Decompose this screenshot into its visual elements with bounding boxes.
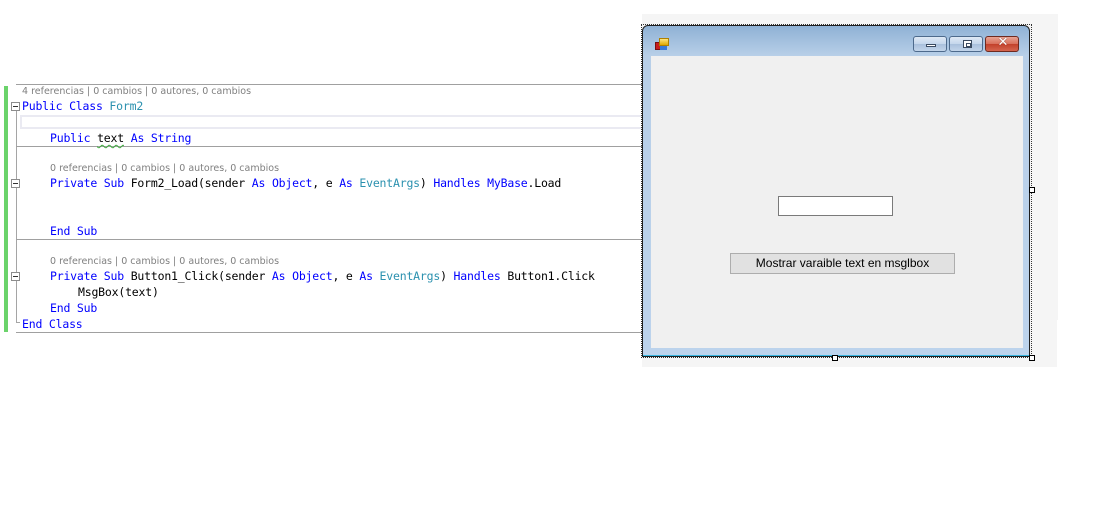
paren: ) — [440, 269, 447, 283]
keyword: End Sub — [50, 301, 98, 315]
keyword: Private Sub — [50, 269, 124, 283]
resize-handle-bottom[interactable] — [832, 355, 838, 361]
field-name-warning[interactable]: text — [97, 131, 124, 145]
class-name: Form2 — [109, 99, 144, 113]
resize-handle-right[interactable] — [1029, 187, 1035, 193]
keyword: As — [251, 176, 266, 190]
keyword: End Class — [22, 317, 83, 331]
outline-end — [16, 322, 20, 323]
code-line-msgbox: MsgBox(text) — [78, 285, 159, 299]
type-keyword: Object — [292, 269, 333, 283]
method-separator — [16, 146, 642, 147]
minimize-button[interactable] — [913, 36, 947, 52]
type-keyword: String — [150, 131, 192, 145]
keyword: Private Sub — [50, 176, 124, 190]
form-icon — [655, 38, 669, 51]
maximize-button[interactable] — [949, 36, 983, 52]
keyword: As — [271, 269, 286, 283]
code-line-end-sub: End Sub — [50, 301, 97, 315]
form-window[interactable]: ✕ Mostrar varaible text en msglbox — [642, 25, 1030, 357]
code-line-class-declaration: Public Class Form2 — [22, 99, 143, 113]
change-indicator-bar — [4, 86, 8, 332]
event-name: .Load — [527, 176, 562, 190]
keyword: Handles — [433, 176, 481, 190]
keyword: As — [359, 269, 373, 283]
type-keyword: Object — [271, 176, 313, 190]
code-editor[interactable]: 4 referencias | 0 cambios | 0 autores, 0… — [0, 84, 642, 334]
keyword: Public — [50, 131, 91, 145]
textbox1[interactable] — [778, 196, 893, 216]
keyword: MyBase — [487, 176, 528, 190]
code-line-end-class: End Class — [22, 317, 83, 331]
param: , e — [332, 269, 353, 283]
type-name: EventArgs — [359, 176, 420, 190]
paren: ) — [419, 176, 427, 190]
codelens-class[interactable]: 4 referencias | 0 cambios | 0 autores, 0… — [22, 86, 251, 97]
method-separator — [16, 84, 642, 85]
method-name: Button1_Click(sender — [130, 269, 266, 283]
type-name: EventArgs — [379, 269, 441, 283]
code-line-button-click: Private Sub Button1_Click(sender As Obje… — [50, 269, 595, 283]
outline-line — [16, 110, 17, 322]
code-line-end-sub: End Sub — [50, 224, 97, 238]
close-icon: ✕ — [997, 35, 1009, 50]
method-separator — [16, 239, 642, 240]
form-client-area[interactable]: Mostrar varaible text en msglbox — [651, 56, 1023, 348]
button1[interactable]: Mostrar varaible text en msglbox — [730, 253, 955, 274]
code-line-form-load: Private Sub Form2_Load(sender As Object,… — [50, 176, 561, 190]
resize-handle-bottom-right[interactable] — [1029, 355, 1035, 361]
codelens-form-load[interactable]: 0 referencias | 0 cambios | 0 autores, 0… — [50, 163, 279, 174]
keyword: End Sub — [50, 224, 98, 238]
collapse-button-click-toggle[interactable] — [11, 272, 20, 281]
current-line-highlight — [20, 115, 642, 129]
event-name: Button1.Click — [507, 269, 595, 283]
code-line-field-declaration: Public text As String — [50, 131, 191, 145]
close-button[interactable]: ✕ — [985, 36, 1019, 52]
collapse-form-load-toggle[interactable] — [11, 179, 20, 188]
collapse-class-toggle[interactable] — [11, 102, 20, 111]
keyword: Public Class — [22, 99, 103, 113]
minimize-icon — [926, 44, 936, 47]
keyword: As — [339, 176, 353, 190]
designer-surface-edge — [1030, 14, 1058, 320]
keyword: Handles — [453, 269, 501, 283]
method-separator — [16, 332, 642, 333]
method-name: Form2_Load(sender — [130, 176, 246, 190]
codelens-button-click[interactable]: 0 referencias | 0 cambios | 0 autores, 0… — [50, 256, 279, 267]
keyword: As — [130, 131, 145, 145]
param: , e — [312, 176, 333, 190]
maximize-icon — [963, 40, 972, 48]
